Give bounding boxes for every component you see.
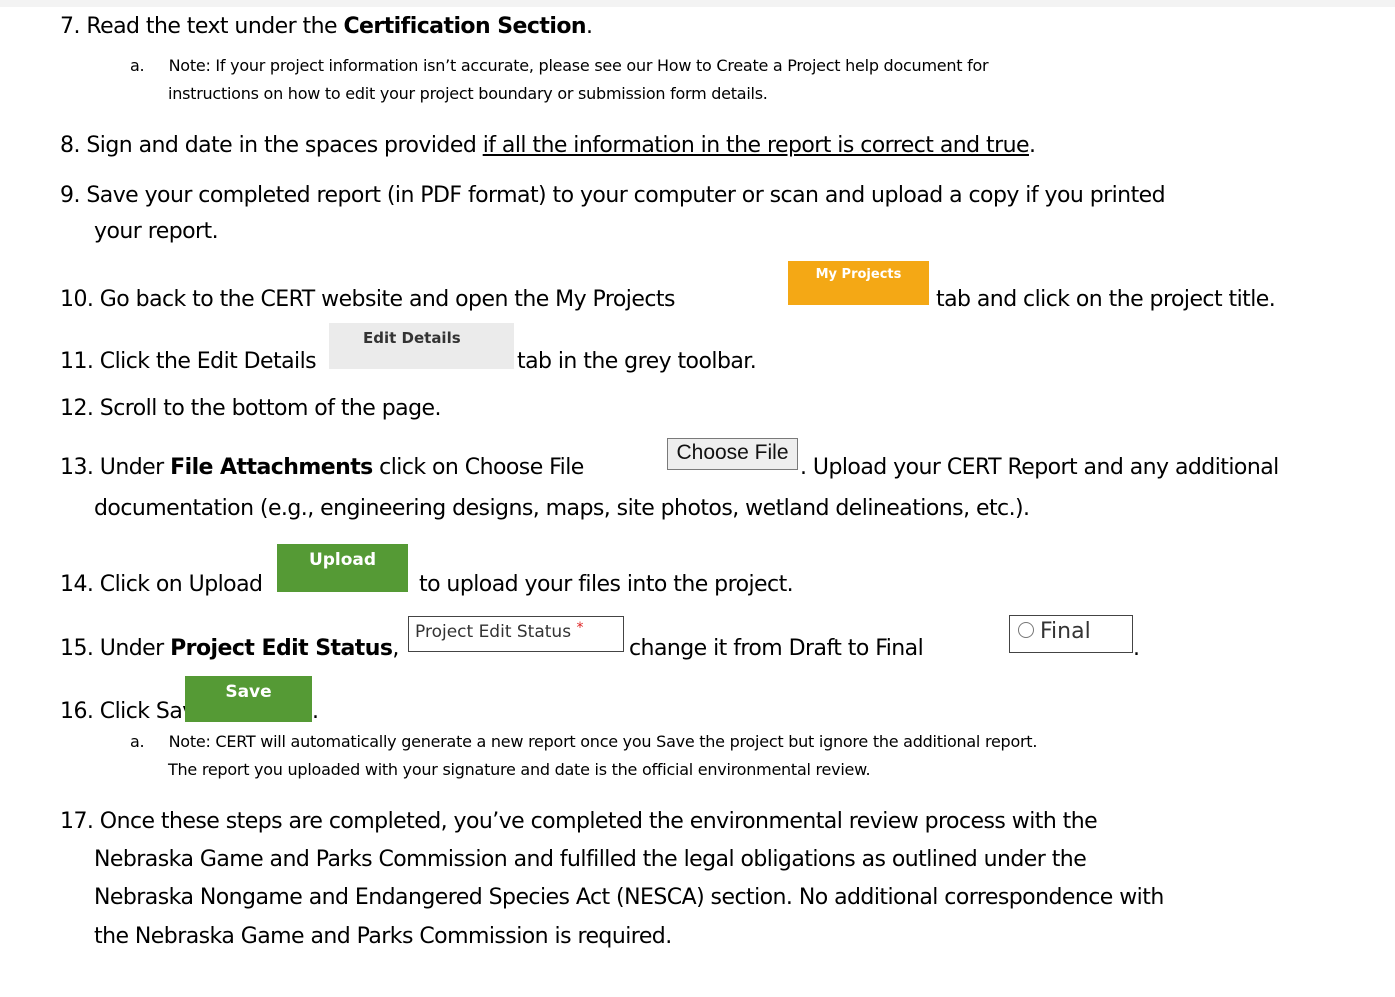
final-radio-option[interactable]: Final (1009, 615, 1133, 653)
step-16-tail: . (312, 699, 319, 724)
step-15-tail: . (1133, 636, 1140, 661)
note-16-line2: The report you uploaded with your signat… (168, 760, 871, 779)
step-17-line4: the Nebraska Game and Parks Commission i… (94, 924, 672, 949)
my-projects-tab[interactable]: My Projects (788, 261, 929, 305)
step-9-line1: 9. Save your completed report (in PDF fo… (60, 183, 1166, 208)
emphasis-underline: if all the information in the report is … (482, 133, 1030, 158)
save-button[interactable]: Save (185, 676, 312, 722)
edit-details-tab[interactable]: Edit Details (329, 323, 514, 369)
step-10-text: 10. Go back to the CERT website and open… (60, 287, 675, 312)
top-band (0, 0, 1395, 7)
step-11-tail: tab in the grey toolbar. (517, 349, 757, 374)
note-7-line2: instructions on how to edit your project… (168, 84, 768, 103)
upload-button[interactable]: Upload (277, 544, 408, 592)
required-mark: * (576, 620, 584, 636)
step-15-text: 15. Under Project Edit Status, (60, 636, 399, 661)
step-17-line1: 17. Once these steps are completed, you’… (60, 809, 1098, 834)
note-16-line1: a. Note: CERT will automatically generat… (130, 732, 1038, 751)
choose-file-button[interactable]: Choose File (667, 438, 798, 470)
step-9-line2: your report. (94, 219, 219, 244)
step-15-mid: change it from Draft to Final (629, 636, 924, 661)
step-8: 8. Sign and date in the spaces provided … (60, 133, 1036, 158)
radio-circle-icon[interactable] (1018, 622, 1034, 638)
step-11-text: 11. Click the Edit Details (60, 349, 317, 374)
step-14-tail: to upload your files into the project. (419, 572, 794, 597)
step-17-line2: Nebraska Game and Parks Commission and f… (94, 847, 1087, 872)
step-17-line3: Nebraska Nongame and Endangered Species … (94, 885, 1164, 910)
step-10-tail: tab and click on the project title. (936, 287, 1276, 312)
project-edit-status-label: Project Edit Status * (408, 616, 624, 652)
step-13-text: 13. Under File Attachments click on Choo… (60, 455, 584, 480)
note-7-line1: a. Note: If your project information isn… (130, 56, 989, 75)
step-7: 7. Read the text under the Certification… (60, 14, 593, 39)
step-13-line2: documentation (e.g., engineering designs… (94, 496, 1030, 521)
step-12: 12. Scroll to the bottom of the page. (60, 396, 441, 421)
step-13-tail: . Upload your CERT Report and any additi… (800, 455, 1279, 480)
step-14-text: 14. Click on Upload (60, 572, 263, 597)
